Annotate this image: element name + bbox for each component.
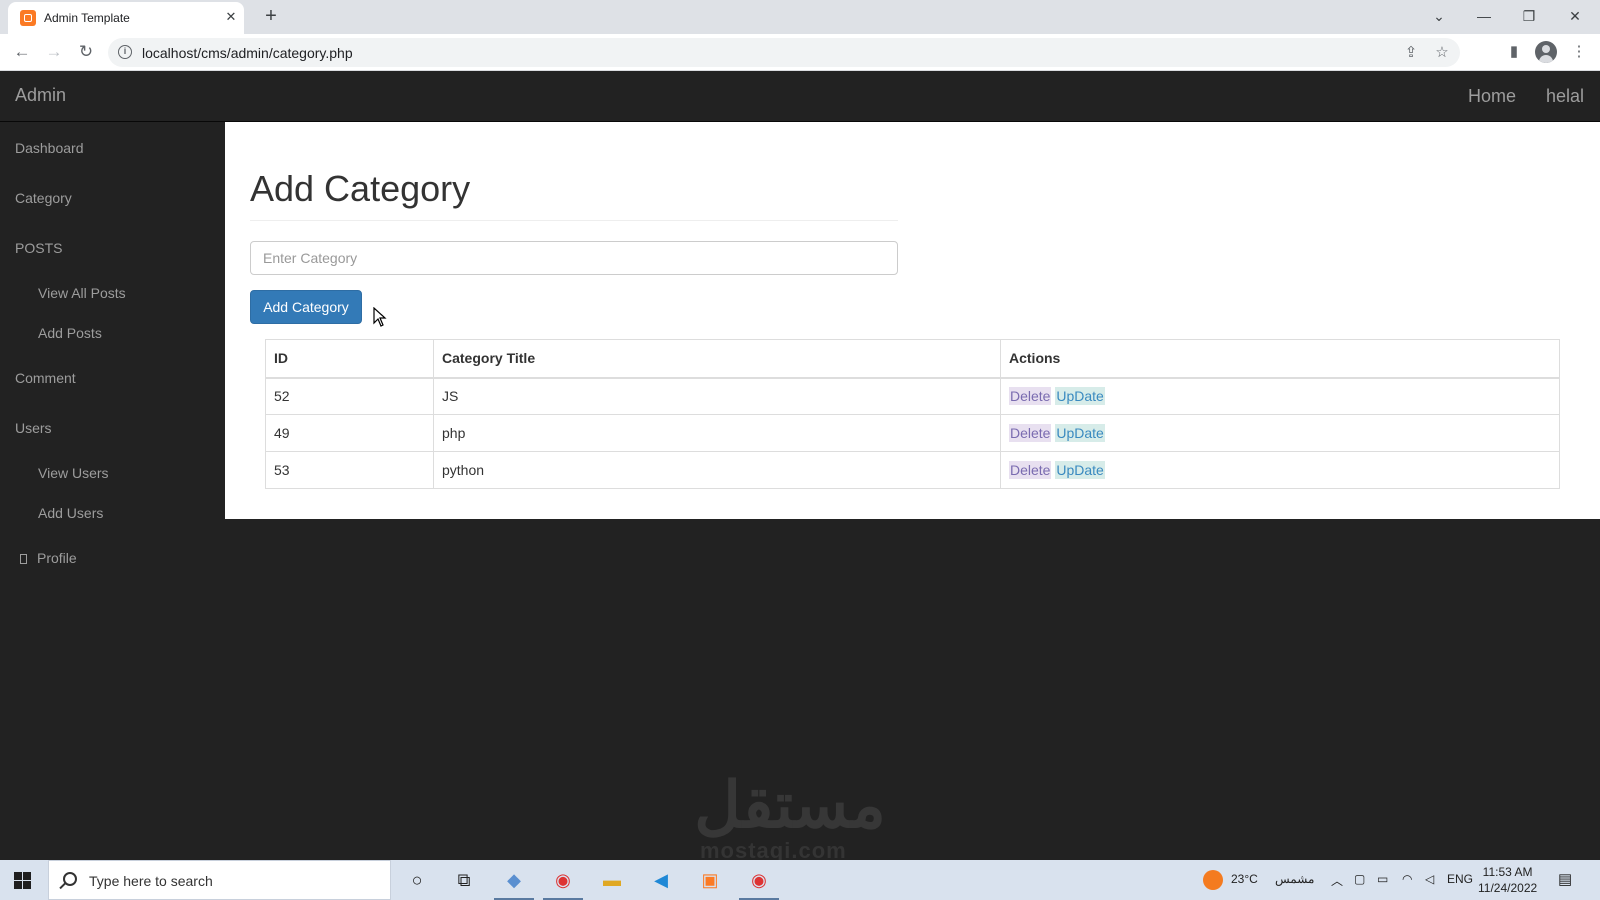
update-link[interactable]: UpDate [1055, 424, 1105, 442]
column-header-actions: Actions [1000, 339, 1560, 379]
sidebar-item-view-all-posts[interactable]: View All Posts [38, 285, 126, 301]
sidebar-item-add-posts[interactable]: Add Posts [38, 325, 102, 341]
top-navbar: Admin Home helal [0, 71, 1600, 122]
column-header-id: ID [265, 339, 434, 379]
table-row: 49 php Delete UpDate [265, 414, 1560, 452]
cortana-icon[interactable]: ○ [402, 866, 432, 894]
app-diamond-icon[interactable]: ◆ [494, 866, 534, 900]
browser-tab[interactable]: Admin Template ✕ [8, 2, 244, 34]
meet-now-icon[interactable]: ▢ [1354, 872, 1365, 886]
profile-icon [20, 554, 27, 564]
language-indicator[interactable]: ENG [1447, 872, 1473, 886]
tab-search-icon[interactable]: ⌄ [1426, 4, 1452, 28]
restore-button[interactable]: ❐ [1516, 4, 1542, 28]
share-icon[interactable]: ⇪ [1401, 43, 1421, 63]
sidebar-item-profile[interactable]: Profile [20, 550, 77, 566]
delete-link[interactable]: Delete [1009, 387, 1052, 406]
clock-date: 11/24/2022 [1478, 881, 1538, 895]
navbar-brand[interactable]: Admin [15, 85, 66, 106]
bookmark-star-icon[interactable]: ☆ [1432, 43, 1452, 63]
file-explorer-icon[interactable]: ▬ [597, 866, 627, 894]
windows-start-icon[interactable] [14, 872, 31, 889]
cell-actions: Delete UpDate [1000, 414, 1560, 452]
sidebar: Dashboard Category POSTS View All Posts … [0, 122, 225, 860]
url-text[interactable]: localhost/cms/admin/category.php [142, 45, 353, 61]
menu-kebab-icon[interactable]: ⋮ [1568, 41, 1590, 63]
clock-time: 11:53 AM [1482, 865, 1533, 879]
nav-user-link[interactable]: helal [1546, 86, 1584, 107]
taskbar-clock[interactable]: 11:53 AM 11/24/2022 [1478, 864, 1537, 896]
column-header-title: Category Title [433, 339, 1001, 379]
new-tab-button[interactable]: + [260, 5, 282, 27]
cell-actions: Delete UpDate [1000, 377, 1560, 415]
sidebar-item-add-users[interactable]: Add Users [38, 505, 103, 521]
weather-temp[interactable]: 23°C [1231, 872, 1258, 886]
reload-icon[interactable]: ↻ [74, 40, 98, 64]
sidebar-item-profile-label: Profile [37, 550, 77, 566]
profile-avatar-icon[interactable] [1535, 41, 1557, 63]
sidebar-item-comment[interactable]: Comment [15, 370, 76, 386]
sidebar-item-posts[interactable]: POSTS [15, 240, 62, 256]
page-title: Add Category [250, 168, 471, 209]
cell-id: 49 [265, 414, 434, 452]
title-divider [250, 220, 898, 221]
site-info-icon[interactable]: i [118, 45, 132, 59]
battery-icon[interactable]: ▭ [1377, 872, 1388, 886]
minimize-button[interactable]: — [1471, 4, 1497, 28]
cell-actions: Delete UpDate [1000, 451, 1560, 489]
side-panel-icon[interactable]: ▮ [1503, 41, 1525, 63]
table-header-row: ID Category Title Actions [265, 339, 1560, 379]
cell-title: JS [433, 377, 1001, 415]
category-table: ID Category Title Actions 52 JS Delete U… [265, 339, 1560, 489]
xampp-favicon-icon [20, 10, 36, 26]
cell-title: php [433, 414, 1001, 452]
tab-close-icon[interactable]: ✕ [222, 8, 240, 26]
tab-title: Admin Template [44, 11, 130, 25]
sidebar-item-view-users[interactable]: View Users [38, 465, 109, 481]
forward-arrow-icon[interactable]: → [42, 40, 66, 64]
delete-link[interactable]: Delete [1009, 461, 1052, 479]
weather-desc[interactable]: مشمس [1275, 872, 1314, 886]
table-row: 53 python Delete UpDate [265, 451, 1560, 489]
nav-home-link[interactable]: Home [1468, 86, 1516, 107]
cell-id: 53 [265, 451, 434, 489]
close-window-button[interactable]: ✕ [1562, 4, 1588, 28]
task-view-icon[interactable]: ⧉ [449, 866, 479, 894]
search-icon [63, 872, 77, 886]
cell-id: 52 [265, 377, 434, 415]
weather-icon[interactable] [1203, 870, 1223, 890]
main-content: Add Category Add Category ID Category Ti… [225, 122, 1600, 519]
notification-icon[interactable]: ▤ [1558, 870, 1572, 888]
chrome-icon[interactable]: ◉ [739, 866, 779, 900]
taskbar-search-placeholder: Type here to search [89, 873, 213, 889]
category-input[interactable] [250, 241, 898, 275]
xampp-icon[interactable]: ▣ [695, 866, 725, 894]
address-bar[interactable]: i localhost/cms/admin/category.php ⇪ ☆ [108, 38, 1460, 67]
cell-title: python [433, 451, 1001, 489]
browser-tab-strip: Admin Template ✕ + ⌄ — ❐ ✕ [0, 0, 1600, 34]
delete-link[interactable]: Delete [1009, 424, 1052, 442]
wifi-icon[interactable]: ◠ [1402, 872, 1412, 886]
sidebar-item-category[interactable]: Category [15, 190, 72, 206]
vscode-icon[interactable]: ◀ [646, 866, 676, 894]
add-category-button[interactable]: Add Category [250, 290, 362, 324]
table-row: 52 JS Delete UpDate [265, 377, 1560, 415]
back-arrow-icon[interactable]: ← [10, 40, 34, 64]
windows-taskbar: Type here to search ○ ⧉ ◆ ◉ ▬ ◀ ▣ ◉ 23°C… [0, 860, 1600, 900]
sidebar-item-dashboard[interactable]: Dashboard [15, 140, 84, 156]
sidebar-item-users[interactable]: Users [15, 420, 52, 436]
update-link[interactable]: UpDate [1055, 387, 1105, 406]
update-link[interactable]: UpDate [1055, 461, 1105, 479]
taskbar-search[interactable]: Type here to search [48, 860, 391, 900]
chrome-profile-icon[interactable]: ◉ [543, 866, 583, 900]
tray-chevron-up-icon[interactable]: ︿ [1331, 872, 1343, 889]
volume-icon[interactable]: ◁ [1425, 872, 1434, 886]
browser-toolbar: ← → ↻ i localhost/cms/admin/category.php… [0, 34, 1600, 71]
